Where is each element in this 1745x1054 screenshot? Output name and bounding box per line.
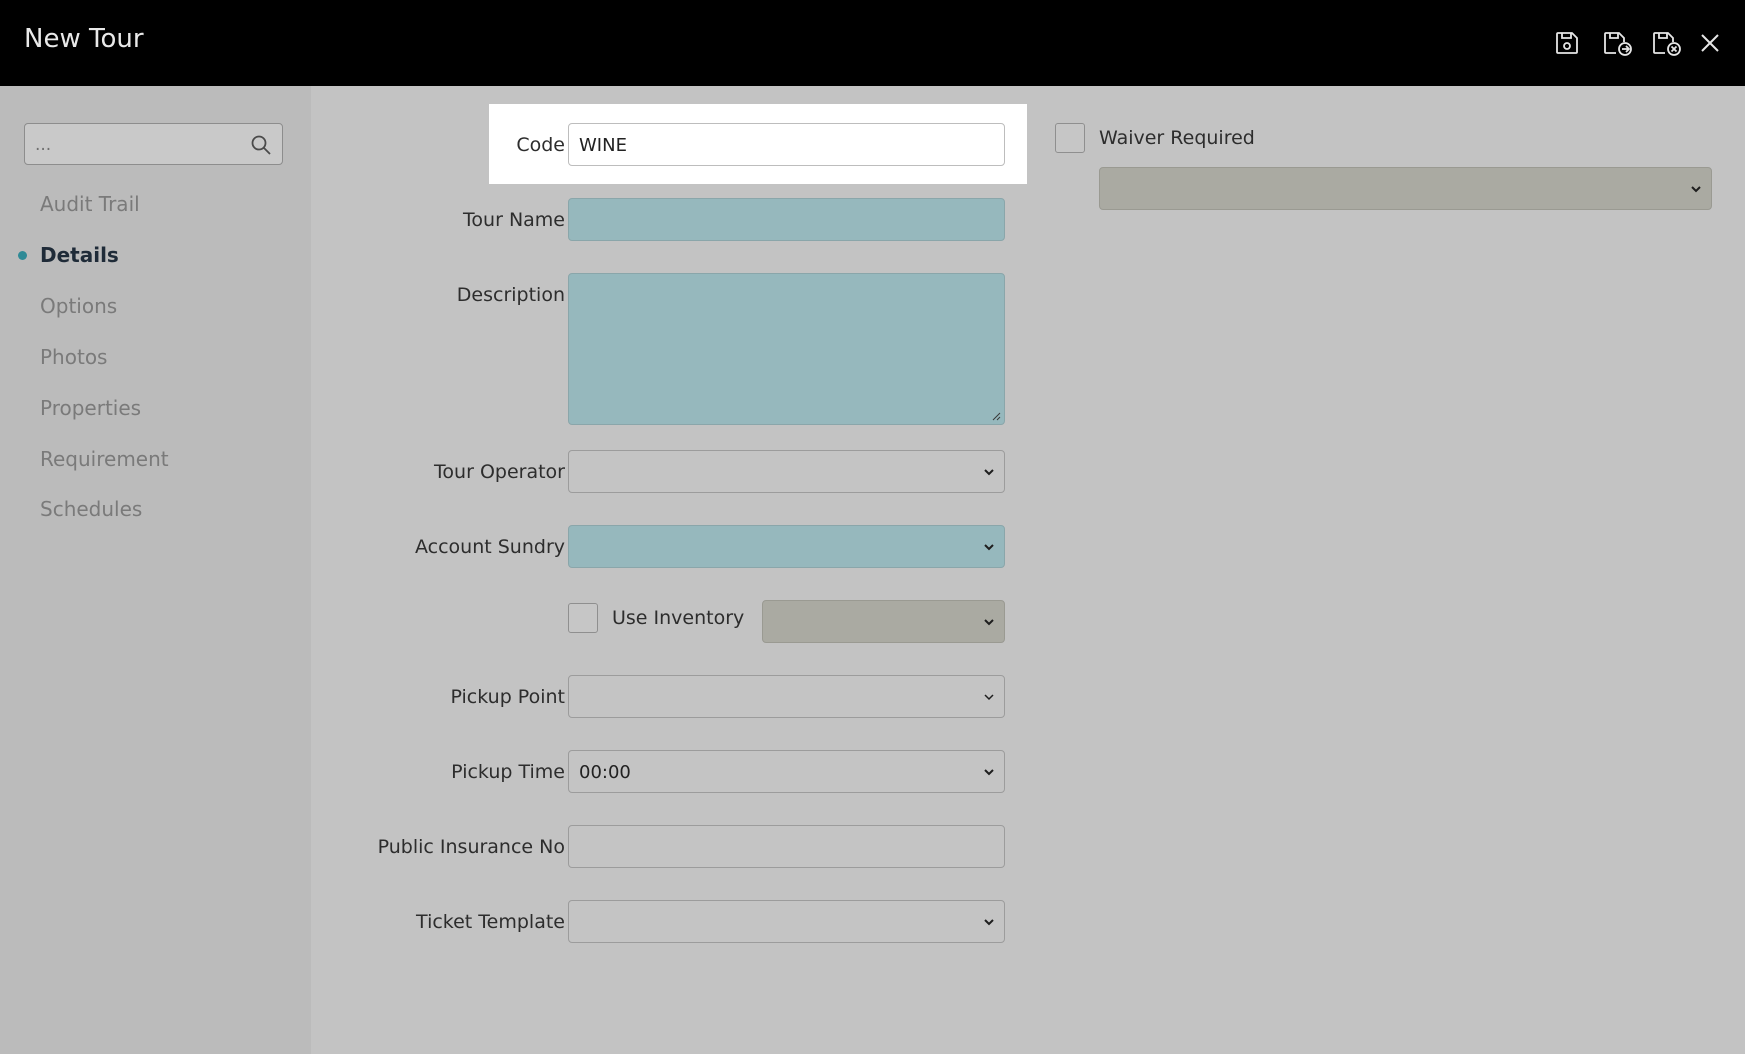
save-and-new-icon: [1604, 32, 1632, 56]
code-input[interactable]: WINE: [568, 123, 1005, 166]
pickup-time-select[interactable]: 00:00: [568, 750, 1005, 793]
chevron-down-icon: [984, 769, 994, 776]
title-bar: New Tour: [0, 0, 1745, 86]
description-label: Description: [456, 284, 565, 306]
chevron-down-icon: [984, 919, 994, 926]
sidebar-item-schedules[interactable]: Schedules: [40, 497, 142, 521]
sidebar-item-requirement[interactable]: Requirement: [40, 447, 169, 471]
search-input[interactable]: [33, 124, 237, 166]
save-icon: [1556, 32, 1578, 54]
waiver-required-checkbox[interactable]: [1055, 123, 1085, 153]
code-label: Code: [516, 134, 565, 156]
tour-name-input[interactable]: [568, 198, 1005, 241]
sidebar-item-audit-trail[interactable]: Audit Trail: [40, 192, 140, 216]
code-value: WINE: [579, 135, 627, 156]
pickup-point-select[interactable]: [568, 675, 1005, 718]
waiver-required-label: Waiver Required: [1099, 127, 1255, 149]
ticket-template-label: Ticket Template: [416, 911, 565, 933]
inventory-select[interactable]: [762, 600, 1005, 643]
tour-operator-select[interactable]: [568, 450, 1005, 493]
resize-grip-icon[interactable]: [991, 411, 1001, 421]
window-title: New Tour: [24, 24, 144, 54]
sidebar: Audit Trail Details Options Photos Prope…: [0, 86, 311, 1054]
account-sundry-select[interactable]: [568, 525, 1005, 568]
chevron-down-icon: [984, 469, 994, 476]
sidebar-item-options[interactable]: Options: [40, 294, 117, 318]
account-sundry-label: Account Sundry: [414, 536, 565, 558]
tour-operator-label: Tour Operator: [434, 461, 565, 483]
tour-name-label: Tour Name: [463, 209, 565, 231]
use-inventory-checkbox[interactable]: [568, 603, 598, 633]
sidebar-item-photos[interactable]: Photos: [40, 345, 107, 369]
sidebar-item-details[interactable]: Details: [40, 243, 119, 267]
chevron-down-icon: [984, 619, 994, 626]
pickup-time-value: 00:00: [579, 762, 631, 783]
search-icon[interactable]: [250, 134, 272, 156]
save-and-close-icon: [1653, 32, 1681, 56]
use-inventory-label: Use Inventory: [612, 607, 745, 629]
pickup-time-label: Pickup Time: [451, 761, 565, 783]
close-icon: [1701, 34, 1719, 52]
pickup-point-label: Pickup Point: [450, 686, 565, 708]
chevron-down-icon: [984, 544, 994, 551]
public-insurance-no-label: Public Insurance No: [377, 836, 565, 858]
chevron-down-icon: [984, 694, 994, 701]
ticket-template-select[interactable]: [568, 900, 1005, 943]
close-button[interactable]: [1693, 26, 1727, 60]
public-insurance-no-input[interactable]: [568, 825, 1005, 868]
save-and-new-button[interactable]: [1598, 26, 1638, 60]
description-textarea[interactable]: [568, 273, 1005, 425]
waiver-select[interactable]: [1099, 167, 1712, 210]
save-and-close-button[interactable]: [1647, 26, 1687, 60]
search-box[interactable]: [24, 123, 283, 166]
save-button[interactable]: [1550, 26, 1584, 60]
sidebar-item-properties[interactable]: Properties: [40, 396, 141, 420]
active-indicator: [18, 251, 27, 260]
details-form: Code WINE Tour Name Description Tour Ope…: [311, 86, 1745, 1054]
chevron-down-icon: [1691, 186, 1701, 193]
